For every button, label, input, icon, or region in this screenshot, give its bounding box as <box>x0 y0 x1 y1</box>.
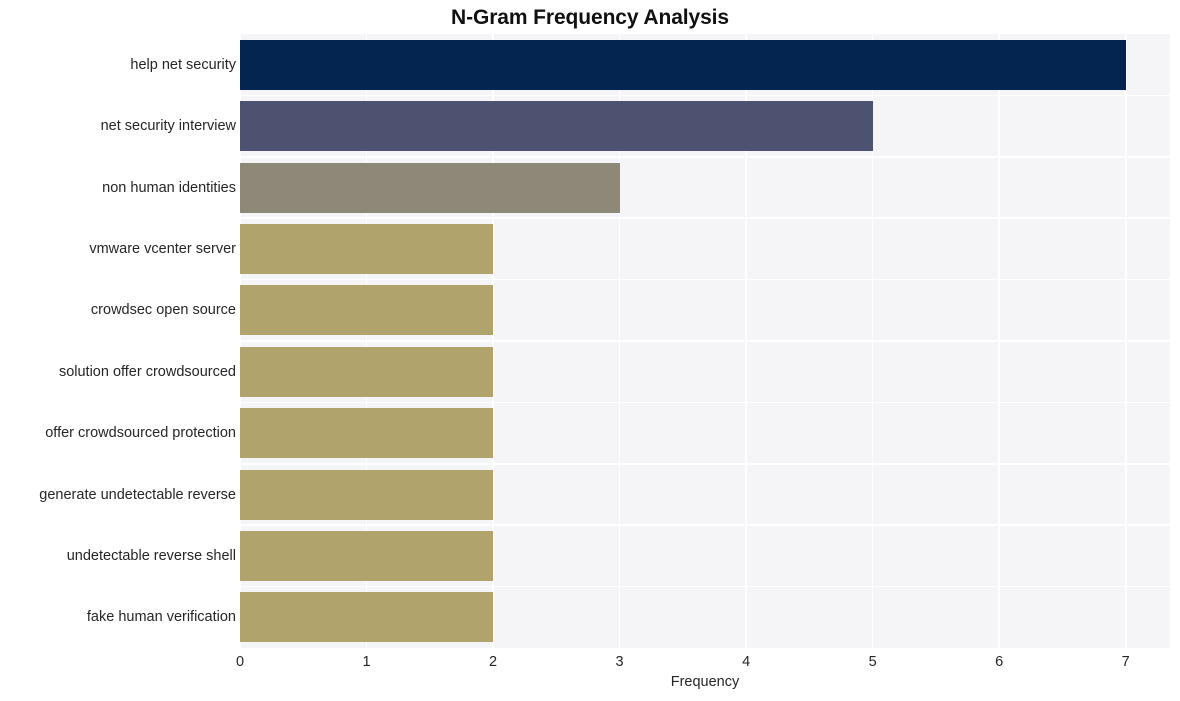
gridline-horizontal <box>240 217 1170 219</box>
y-axis-tick-label: fake human verification <box>86 609 236 626</box>
y-axis-tick-label: net security interview <box>100 118 236 135</box>
y-axis-tick-label: generate undetectable reverse <box>39 486 236 503</box>
gridline-horizontal <box>240 156 1170 158</box>
plot-area <box>240 34 1170 648</box>
y-axis-tick-label: vmware vcenter server <box>89 240 236 257</box>
bar <box>240 469 494 520</box>
x-axis-tick-label: 2 <box>489 654 498 670</box>
y-axis-tick-label: crowdsec open source <box>90 302 236 319</box>
y-axis-tick-labels: help net security net security interview n… <box>0 34 236 648</box>
gridline-horizontal <box>240 524 1170 526</box>
gridline-horizontal <box>240 94 1170 97</box>
gridline-horizontal <box>240 463 1170 465</box>
y-axis-tick-label: non human identities <box>102 179 236 196</box>
x-axis-tick-label: 7 <box>1121 654 1130 670</box>
bar <box>240 162 620 213</box>
bar <box>240 101 873 152</box>
chart-figure: N-Gram Frequency Analysis help net secur… <box>0 0 1180 701</box>
chart-title: N-Gram Frequency Analysis <box>451 6 729 29</box>
x-axis-tick-label: 1 <box>362 654 371 670</box>
y-axis-tick-label: undetectable reverse shell <box>66 547 236 564</box>
bar <box>240 346 494 397</box>
x-axis-tick-label: 6 <box>995 654 1004 670</box>
y-axis-tick-label: solution offer crowdsourced <box>58 363 236 380</box>
bar <box>240 285 494 336</box>
x-axis-tick-label: 5 <box>868 654 877 670</box>
x-axis-title: Frequency <box>670 674 740 690</box>
x-axis-tick-label: 0 <box>235 654 245 670</box>
bar <box>240 530 494 581</box>
bar <box>240 39 1126 90</box>
x-axis-tick-label: 4 <box>742 654 751 670</box>
y-axis-tick-label: help net security <box>130 56 236 73</box>
gridline-horizontal <box>240 278 1170 281</box>
bar <box>240 592 494 643</box>
gridline-horizontal <box>240 401 1170 404</box>
x-axis-tick-label: 3 <box>615 654 624 670</box>
gridline-horizontal <box>240 585 1170 588</box>
bar <box>240 223 494 274</box>
y-axis-tick-label: offer crowdsourced protection <box>45 425 236 442</box>
gridline-horizontal <box>240 340 1170 342</box>
bar <box>240 408 494 459</box>
